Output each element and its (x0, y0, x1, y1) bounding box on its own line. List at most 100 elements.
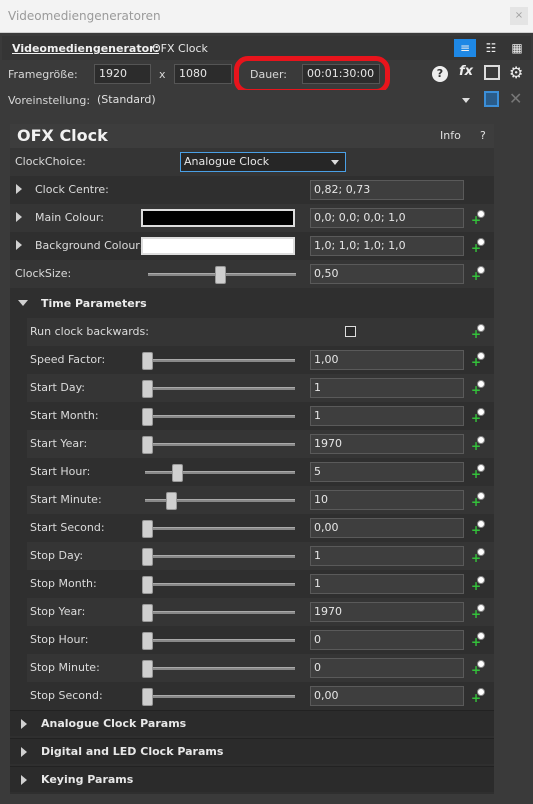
keyframe-add-icon[interactable]: + (471, 352, 485, 368)
slider-track[interactable] (145, 667, 295, 670)
frame-size-label: Framegröße: (8, 68, 78, 81)
expand-arrow-icon[interactable] (21, 747, 27, 757)
slider-track[interactable] (145, 415, 295, 418)
time-param-input[interactable]: 0 (310, 630, 464, 650)
slider-handle[interactable] (142, 548, 153, 566)
slider-handle[interactable] (142, 352, 153, 370)
delete-preset-icon[interactable]: ✕ (509, 89, 522, 108)
media-window-icon[interactable] (484, 65, 500, 80)
clock-centre-input[interactable]: 0,82; 0,73 (310, 180, 464, 200)
keyframe-add-icon[interactable]: + (471, 380, 485, 396)
slider-handle[interactable] (172, 464, 183, 482)
slider-track[interactable] (145, 611, 295, 614)
keyframe-add-icon[interactable]: + (471, 210, 485, 226)
keyframe-add-icon[interactable]: + (471, 266, 485, 282)
background-colour-input[interactable]: 1,0; 1,0; 1,0; 1,0 (310, 236, 464, 256)
time-param-label: Speed Factor: (30, 353, 106, 366)
gear-icon[interactable]: ⚙ (509, 63, 523, 82)
collapsed-section[interactable]: Keying Params (10, 766, 494, 792)
slider-track[interactable] (145, 695, 295, 698)
slider-track[interactable] (145, 359, 295, 362)
time-param-input[interactable]: 0 (310, 658, 464, 678)
expand-arrow-icon[interactable] (16, 240, 22, 250)
time-param-label: Stop Month: (30, 577, 97, 590)
time-param-input[interactable]: 10 (310, 490, 464, 510)
collapse-arrow-icon[interactable] (18, 300, 28, 306)
frame-width-input[interactable]: 1920 (94, 64, 151, 84)
time-param-input[interactable]: 1 (310, 574, 464, 594)
slider-track[interactable] (145, 387, 295, 390)
slider-track[interactable] (145, 555, 295, 558)
time-parameters-header[interactable]: Time Parameters (10, 290, 494, 316)
slider-handle[interactable] (142, 632, 153, 650)
grid-view-icon[interactable]: ▦ (506, 39, 528, 57)
slider-handle[interactable] (166, 492, 177, 510)
time-param-input[interactable]: 0,00 (310, 686, 464, 706)
slider-track[interactable] (145, 471, 295, 474)
collapsed-section[interactable]: Analogue Clock Params (10, 710, 494, 736)
fx-icon[interactable]: fx (459, 64, 473, 79)
keyframe-add-icon[interactable]: + (471, 520, 485, 536)
expand-arrow-icon[interactable] (21, 719, 27, 729)
slider-handle[interactable] (142, 688, 153, 706)
info-link[interactable]: Info (440, 129, 461, 142)
close-window-button[interactable]: × (510, 7, 528, 25)
preset-value: (Standard) (97, 93, 156, 106)
main-colour-row: Main Colour: 0,0; 0,0; 0,0; 1,0 + (10, 204, 494, 232)
keyframe-add-icon[interactable]: + (471, 436, 485, 452)
keyframe-add-icon[interactable]: + (471, 238, 485, 254)
slider-handle[interactable] (142, 520, 153, 538)
keyframe-add-icon[interactable]: + (471, 688, 485, 704)
keyframe-add-icon[interactable]: + (471, 576, 485, 592)
slider-handle[interactable] (142, 604, 153, 622)
panel-help-link[interactable]: ? (480, 129, 486, 142)
expand-arrow-icon[interactable] (16, 212, 22, 222)
time-param-input[interactable]: 1 (310, 546, 464, 566)
slider-track[interactable] (145, 583, 295, 586)
time-param-input[interactable]: 1970 (310, 434, 464, 454)
slider-handle[interactable] (142, 436, 153, 454)
keyframe-add-icon[interactable]: + (471, 660, 485, 676)
save-preset-icon[interactable] (484, 91, 499, 107)
preset-dropdown[interactable]: (Standard) (93, 90, 476, 110)
keyframe-add-icon[interactable]: + (471, 548, 485, 564)
clock-choice-value: Analogue Clock (184, 155, 270, 168)
slider-handle[interactable] (142, 576, 153, 594)
clock-centre-label: Clock Centre: (35, 183, 109, 196)
run-backwards-checkbox[interactable] (345, 326, 356, 337)
time-param-input[interactable]: 1,00 (310, 350, 464, 370)
frame-height-input[interactable]: 1080 (174, 64, 232, 84)
section-title: Analogue Clock Params (41, 717, 187, 730)
keyframe-add-icon[interactable]: + (471, 492, 485, 508)
help-icon[interactable]: ? (432, 66, 448, 82)
time-param-label: Stop Year: (30, 605, 86, 618)
keyframe-add-icon[interactable]: + (471, 324, 485, 340)
keyframe-add-icon[interactable]: + (471, 408, 485, 424)
slider-track[interactable] (145, 443, 295, 446)
time-param-input[interactable]: 1 (310, 406, 464, 426)
expand-arrow-icon[interactable] (21, 775, 27, 785)
clock-size-slider-handle[interactable] (215, 266, 226, 284)
expand-arrow-icon[interactable] (16, 184, 22, 194)
clock-choice-dropdown[interactable]: Analogue Clock (180, 152, 346, 172)
time-param-input[interactable]: 1970 (310, 602, 464, 622)
main-colour-input[interactable]: 0,0; 0,0; 0,0; 1,0 (310, 208, 464, 228)
time-param-input[interactable]: 1 (310, 378, 464, 398)
slider-track[interactable] (145, 527, 295, 530)
slider-track[interactable] (145, 639, 295, 642)
slider-handle[interactable] (142, 660, 153, 678)
background-colour-swatch[interactable] (141, 237, 295, 255)
time-param-input[interactable]: 0,00 (310, 518, 464, 538)
time-param-input[interactable]: 5 (310, 462, 464, 482)
slider-handle[interactable] (142, 380, 153, 398)
keyframe-add-icon[interactable]: + (471, 632, 485, 648)
keyframe-add-icon[interactable]: + (471, 604, 485, 620)
detail-view-icon[interactable]: ☷ (480, 39, 502, 57)
collapsed-section[interactable]: Digital and LED Clock Params (10, 738, 494, 764)
keyframe-add-icon[interactable]: + (471, 464, 485, 480)
clock-size-input[interactable]: 0,50 (310, 264, 464, 284)
main-colour-swatch[interactable] (141, 209, 295, 227)
window-titlebar: Videomediengeneratoren × (0, 0, 533, 33)
list-view-icon[interactable]: ≡ (454, 39, 476, 57)
slider-handle[interactable] (142, 408, 153, 426)
